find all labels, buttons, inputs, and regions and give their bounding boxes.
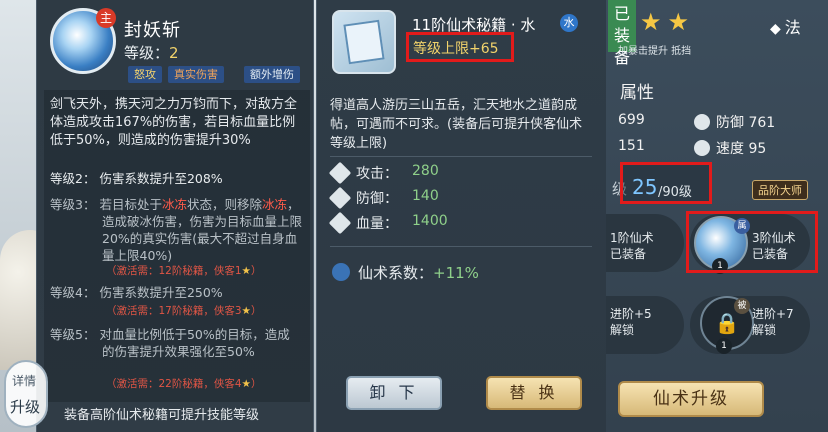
unequip-button[interactable]: 卸 下 (346, 376, 442, 410)
level-label: 等级2： (50, 171, 96, 186)
upgrade-side-button[interactable]: 升级 (10, 396, 40, 417)
level-text: 伤害系数提升至208% (99, 171, 223, 186)
req-end: ） (250, 265, 262, 277)
stat-label: 防御： (356, 191, 398, 207)
stat-label: 血量： (356, 216, 398, 232)
stat-value: 151 (618, 138, 645, 154)
stat-value: 95 (748, 141, 767, 157)
water-element-icon: 水 (560, 14, 578, 32)
main-skill-badge: 主 (96, 8, 116, 28)
spell-slot-1-text: 1阶仙术已装备 (610, 230, 654, 262)
star-icon: ★ (241, 378, 251, 390)
level-text: 对血量比例低于50%的目标，造成的伤害提升效果强化至50% (99, 327, 290, 359)
stat-label: 防御 (716, 115, 744, 131)
highlight-box-slot (686, 211, 818, 273)
stat-value: 140 (412, 188, 439, 204)
skill-footer-hint: 装备高阶仙术秘籍可提升技能等级 (64, 408, 260, 423)
req-end: ） (250, 305, 262, 317)
skill-level-5-line: 等级5： 对血量比例低于50%的目标，造成的伤害提升效果强化至50% (50, 326, 302, 360)
detail-button[interactable]: 详情 (12, 372, 36, 389)
skill-name: 封妖斩 (124, 20, 181, 41)
item-stat-attack: 攻击： 280 (328, 161, 439, 185)
skill-level-2-line: 等级2： 伤害系数提升至208% (50, 170, 302, 187)
tag-true-damage: 真实伤害 (168, 66, 224, 83)
skill-level-label: 等级： (124, 44, 170, 62)
req-end: ） (250, 378, 262, 390)
attribute-title: 属性 (620, 83, 654, 103)
master-badge: 品阶大师 (752, 180, 808, 200)
item-description: 得道高人游历三山五岳，汇天地水之道韵成帖，可遇而不可求。(装备后可提升侠客仙术等… (330, 98, 583, 151)
stat-label: 攻击： (356, 166, 398, 182)
skill-note: 加暴击提升 抵挡 (618, 46, 692, 57)
stat-value: 280 (412, 163, 439, 179)
skill-description: 剑飞天外，携天河之力万钧而下，对敌方全体造成攻击167%的伤害，若目标血量比例低… (50, 97, 298, 148)
req-text: （激活需：12阶秘籍，侠客1 (106, 265, 242, 277)
stat-defense: 防御 761 (694, 112, 775, 132)
skill-level-value: 2 (169, 44, 179, 62)
skill-level: 等级：2 (124, 42, 179, 63)
spell-level-current: 25 (632, 175, 658, 199)
level-label: 等级5： (50, 327, 96, 342)
tag-rage-attack: 怒攻 (128, 66, 162, 83)
slot-count-badge: 1 (716, 338, 732, 354)
slot-line: 已装备 (610, 247, 647, 261)
coef-value: +11% (433, 264, 479, 282)
tag-extra-damage: 额外增伤 (244, 66, 300, 83)
activation-requirement: （激活需：22阶秘籍，侠客4★） (106, 376, 261, 391)
stat-value: 699 (618, 112, 645, 128)
skill-level-4-line: 等级4： 伤害系数提升至250% (50, 284, 302, 301)
req-text: （激活需：22阶秘籍，侠客4 (106, 378, 242, 390)
level-text: 伤害系数提升至250% (99, 285, 223, 300)
spell-icon (332, 263, 350, 281)
slot-line: 进阶+5 (610, 307, 652, 321)
divider (330, 246, 592, 247)
attack-icon (328, 161, 352, 185)
book-icon (343, 19, 385, 65)
star-icon: ★ (241, 265, 251, 277)
item-stat-hp: 血量： 1400 (328, 211, 448, 235)
item-stat-defense: 防御： 140 (328, 186, 439, 210)
activation-requirement: （激活需：17阶秘籍，侠客3★） (106, 303, 261, 318)
star-rating: ★★ (640, 8, 696, 36)
level-label: 等级3： (50, 197, 96, 212)
spell-slot-4-text: 进阶+7 解锁 (752, 306, 794, 338)
slot-line: 解锁 (610, 323, 635, 337)
slot-line: 进阶+7 (752, 307, 794, 321)
shield-icon (694, 114, 710, 130)
level-text: 若目标处于 (99, 197, 162, 212)
skill-level-3-line: 等级3： 若目标处于冰冻状态，则移除冰冻，造成破冰伤害，伤害为目标血量上限20%… (50, 196, 302, 264)
class-text: 法 (784, 18, 801, 37)
detail-upgrade-toggle[interactable] (4, 360, 48, 428)
stat-attack: 699 (618, 112, 645, 128)
slot-line: 1阶仙术 (610, 231, 654, 245)
spell-level-max: /90级 (658, 185, 692, 200)
level-limit-bonus: 等级上限+65 (413, 41, 499, 57)
stat-value: 761 (748, 115, 776, 131)
stat-speed: 速度 95 (694, 138, 766, 158)
divider (330, 156, 592, 157)
slot-corner-badge: 被 (734, 298, 750, 314)
level-text: 状态，则移除 (186, 197, 262, 212)
heart-icon (328, 211, 352, 235)
status-highlight: 冰冻 (161, 197, 187, 212)
stat-value: 1400 (412, 213, 448, 229)
spell-coefficient: 仙术系数：+11% (332, 262, 479, 283)
req-text: （激活需：17阶秘籍，侠客3 (106, 305, 242, 317)
replace-button[interactable]: 替 换 (486, 376, 582, 410)
status-highlight: 冰冻 (261, 197, 287, 212)
coef-label: 仙术系数： (358, 264, 434, 282)
slot-line: 解锁 (752, 323, 777, 337)
stat-hp: 151 (618, 138, 645, 154)
speed-icon (694, 140, 710, 156)
shield-icon (328, 186, 352, 210)
stat-label: 速度 (716, 141, 744, 157)
level-label: 等级4： (50, 285, 96, 300)
diamond-icon: ◆ (770, 21, 781, 37)
activation-requirement: （激活需：12阶秘籍，侠客1★） (106, 263, 261, 278)
spell-slot-3-text: 进阶+5 解锁 (610, 306, 652, 338)
class-label: ◆ 法 (770, 14, 801, 38)
star-icon: ★ (241, 305, 251, 317)
spell-upgrade-button[interactable]: 仙术升级 (618, 381, 764, 417)
